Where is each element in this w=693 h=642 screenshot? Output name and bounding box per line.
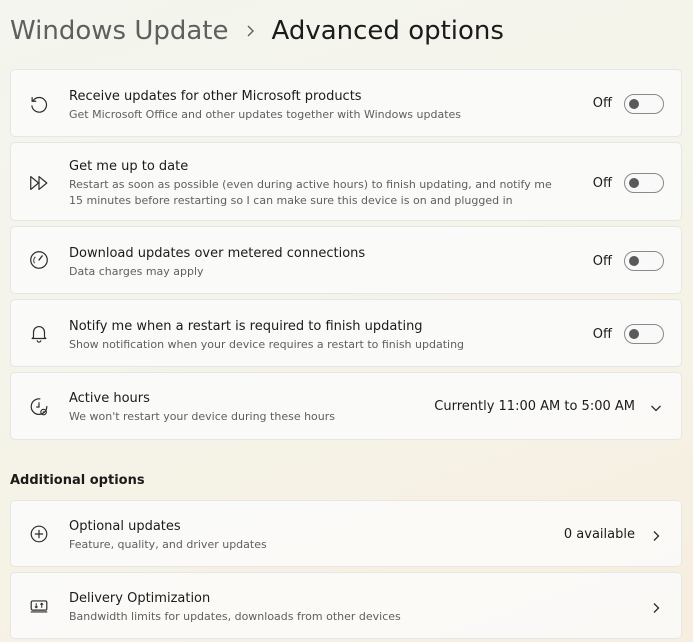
- chevron-down-icon[interactable]: [649, 400, 663, 414]
- setting-description: We won't restart your device during thes…: [69, 410, 336, 423]
- setting-description: Show notification when your device requi…: [69, 338, 465, 351]
- toggle-metered-connections[interactable]: [624, 251, 664, 271]
- setting-title: Notify me when a restart is required to …: [69, 319, 423, 334]
- setting-description: Bandwidth limits for updates, downloads …: [69, 610, 401, 623]
- setting-active-hours[interactable]: Active hours We won't restart your devic…: [10, 372, 682, 440]
- active-hours-value: Currently 11:00 AM to 5:00 AM: [434, 399, 635, 414]
- setting-metered-connections[interactable]: Download updates over metered connection…: [10, 226, 682, 294]
- toggle-state-label: Off: [592, 96, 612, 111]
- section-title-additional-options: Additional options: [10, 473, 145, 488]
- setting-get-me-up-to-date[interactable]: Get me up to date Restart as soon as pos…: [10, 142, 682, 221]
- page-title: Advanced options: [271, 16, 504, 46]
- setting-title: Receive updates for other Microsoft prod…: [69, 89, 362, 104]
- breadcrumb-chevron-icon: [229, 24, 272, 38]
- toggle-receive-other-updates[interactable]: [624, 94, 664, 114]
- optional-updates-count: 0 available: [563, 527, 635, 542]
- plus-circle-icon: [27, 522, 51, 546]
- setting-title: Optional updates: [69, 519, 181, 534]
- setting-description: Feature, quality, and driver updates: [69, 538, 267, 551]
- setting-notify-restart[interactable]: Notify me when a restart is required to …: [10, 299, 682, 367]
- setting-title: Active hours: [69, 391, 150, 406]
- setting-title: Download updates over metered connection…: [69, 246, 366, 261]
- breadcrumb: Windows Update Advanced options: [10, 12, 504, 50]
- setting-receive-other-updates[interactable]: Receive updates for other Microsoft prod…: [10, 69, 682, 137]
- refresh-icon: [27, 92, 51, 116]
- toggle-state-label: Off: [592, 176, 612, 191]
- speedometer-icon: [27, 248, 51, 272]
- chevron-right-icon[interactable]: [649, 528, 663, 542]
- setting-title: Delivery Optimization: [69, 591, 211, 606]
- toggle-state-label: Off: [592, 327, 612, 342]
- setting-delivery-optimization[interactable]: Delivery Optimization Bandwidth limits f…: [10, 572, 682, 639]
- setting-description: Restart as soon as possible (even during…: [69, 178, 552, 207]
- bell-icon: [27, 321, 51, 345]
- fast-forward-icon: [27, 171, 51, 195]
- setting-description: Get Microsoft Office and other updates t…: [69, 108, 462, 121]
- delivery-optimization-icon: [27, 594, 51, 618]
- clock-settings-icon: [27, 395, 51, 419]
- setting-description: Data charges may apply: [69, 265, 204, 278]
- chevron-right-icon[interactable]: [649, 600, 663, 614]
- toggle-state-label: Off: [592, 254, 612, 269]
- toggle-get-me-up-to-date[interactable]: [624, 173, 664, 193]
- setting-title: Get me up to date: [69, 159, 189, 174]
- toggle-notify-restart[interactable]: [624, 324, 664, 344]
- setting-optional-updates[interactable]: Optional updates Feature, quality, and d…: [10, 500, 682, 567]
- breadcrumb-windows-update[interactable]: Windows Update: [10, 12, 229, 50]
